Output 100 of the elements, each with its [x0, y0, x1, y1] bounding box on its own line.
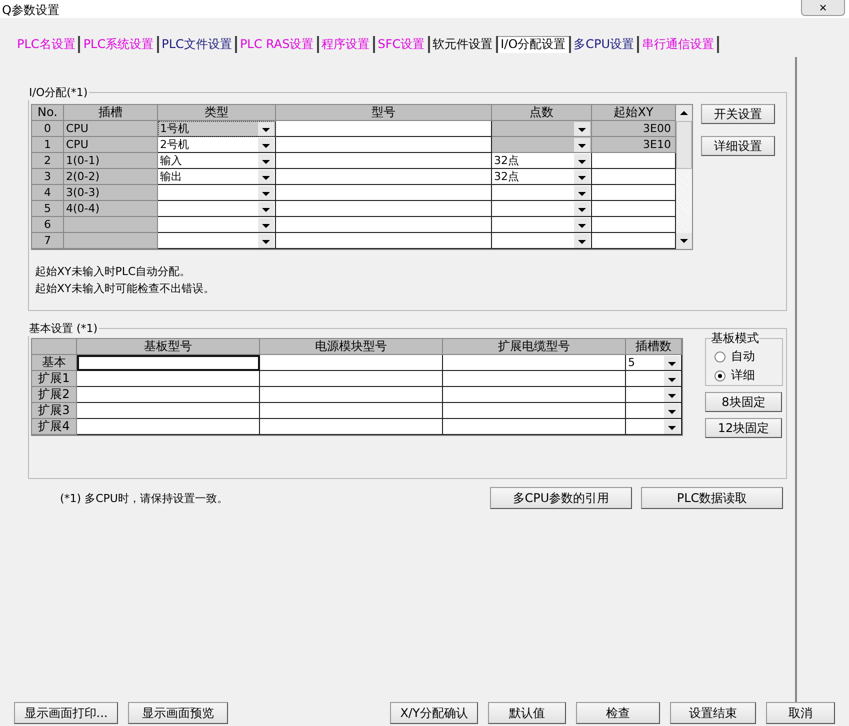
row-number: 5 — [32, 201, 64, 217]
start-xy-field[interactable] — [592, 201, 676, 217]
dialog-button[interactable]: 8块固定 — [705, 392, 782, 412]
model-field[interactable] — [276, 137, 492, 153]
table-cell: 2(0-2) — [64, 169, 158, 185]
note-text: 起始XY未输入时PLC自动分配。 — [35, 264, 192, 280]
row-number: 6 — [32, 217, 64, 233]
dialog-button[interactable]: 取消 — [766, 702, 835, 724]
base-model-field[interactable] — [77, 355, 260, 371]
base-model-field[interactable] — [77, 371, 260, 387]
tab[interactable]: PLC文件设置 — [158, 36, 237, 52]
points-dropdown[interactable] — [492, 217, 592, 233]
start-xy-field[interactable] — [592, 233, 676, 249]
points-dropdown[interactable] — [492, 201, 592, 217]
cable-model-field[interactable] — [443, 403, 626, 419]
tab[interactable]: SFC设置 — [374, 36, 430, 52]
footnote-text: (*1) 多CPU时，请保持设置一致。 — [60, 490, 228, 506]
dialog-button[interactable]: 设置结束 — [670, 702, 756, 724]
type-dropdown[interactable] — [158, 217, 276, 233]
column-header: 插槽 — [64, 105, 158, 121]
dialog-button[interactable]: 详细设置 — [701, 136, 775, 156]
type-dropdown[interactable]: 输出 — [158, 169, 276, 185]
dialog-button[interactable]: X/Y分配确认 — [390, 702, 478, 724]
base-model-field[interactable] — [77, 419, 260, 435]
slot-count-dropdown[interactable] — [626, 419, 682, 435]
model-field[interactable] — [276, 121, 492, 137]
model-field[interactable] — [276, 217, 492, 233]
dialog-button[interactable]: PLC数据读取 — [641, 487, 783, 509]
cable-model-field[interactable] — [443, 371, 626, 387]
power-module-field[interactable] — [260, 371, 443, 387]
type-dropdown[interactable]: 1号机 — [158, 121, 276, 137]
slot-count-dropdown[interactable] — [626, 387, 682, 403]
column-header: 插槽数 — [626, 339, 682, 355]
scrollbar[interactable] — [676, 121, 692, 249]
start-xy-field[interactable] — [592, 153, 676, 169]
tab[interactable]: I/O分配设置 — [498, 36, 571, 52]
tab[interactable]: 多CPU设置 — [570, 36, 640, 52]
start-xy-field[interactable] — [592, 185, 676, 201]
type-dropdown[interactable] — [158, 185, 276, 201]
points-dropdown[interactable]: 32点 — [492, 169, 592, 185]
row-number: 7 — [32, 233, 64, 249]
dialog-button[interactable]: 显示画面打印... — [14, 702, 118, 724]
type-dropdown[interactable] — [158, 201, 276, 217]
model-field[interactable] — [276, 201, 492, 217]
dialog-button[interactable]: 开关设置 — [701, 104, 775, 124]
slot-count-dropdown[interactable]: 5 — [626, 355, 682, 371]
tab[interactable]: 串行通信设置 — [639, 36, 720, 52]
type-dropdown[interactable] — [158, 233, 276, 249]
note-text: 起始XY未输入时可能检查不出错误。 — [35, 281, 216, 297]
slot-count-dropdown[interactable] — [626, 403, 682, 419]
tab[interactable]: PLC RAS设置 — [236, 36, 319, 52]
cable-model-field[interactable] — [443, 387, 626, 403]
model-field[interactable] — [276, 153, 492, 169]
cable-model-field[interactable] — [443, 355, 626, 371]
type-dropdown[interactable]: 2号机 — [158, 137, 276, 153]
power-module-field[interactable] — [260, 419, 443, 435]
start-xy-field[interactable]: 3E00 — [592, 121, 676, 137]
base-model-field[interactable] — [77, 387, 260, 403]
row-number: 3 — [32, 169, 64, 185]
scroll-thumb[interactable] — [676, 121, 692, 169]
dialog-button[interactable]: 显示画面预览 — [128, 702, 228, 724]
dialog-button[interactable]: 多CPU参数的引用 — [490, 487, 632, 509]
type-dropdown[interactable]: 输入 — [158, 153, 276, 169]
dialog-button[interactable]: 检查 — [576, 702, 660, 724]
close-button[interactable]: × — [801, 0, 845, 16]
column-header: 起始XY — [592, 105, 676, 121]
radio-option[interactable]: 详细 — [714, 366, 778, 385]
column-header: 类型 — [158, 105, 276, 121]
start-xy-field[interactable] — [592, 169, 676, 185]
points-dropdown[interactable] — [492, 185, 592, 201]
scroll-down-button[interactable] — [676, 233, 692, 249]
model-field[interactable] — [276, 185, 492, 201]
cable-model-field[interactable] — [443, 419, 626, 435]
base-model-field[interactable] — [77, 403, 260, 419]
table-cell: 3(0-3) — [64, 185, 158, 201]
power-module-field[interactable] — [260, 387, 443, 403]
column-header: 点数 — [492, 105, 592, 121]
tab[interactable]: 程序设置 — [318, 36, 375, 52]
points-dropdown[interactable] — [492, 233, 592, 249]
dialog-button[interactable]: 12块固定 — [705, 418, 782, 438]
slot-count-dropdown[interactable] — [626, 371, 682, 387]
tab[interactable]: PLC系统设置 — [80, 36, 159, 52]
power-module-field[interactable] — [260, 355, 443, 371]
table-cell: CPU — [64, 121, 158, 137]
tab[interactable]: PLC名设置 — [14, 36, 80, 52]
column-header: 扩展电缆型号 — [443, 339, 626, 355]
group-title: I/O分配(*1) — [28, 85, 89, 100]
model-field[interactable] — [276, 233, 492, 249]
column-header: 型号 — [276, 105, 492, 121]
model-field[interactable] — [276, 169, 492, 185]
dialog-button[interactable]: 默认值 — [488, 702, 566, 724]
start-xy-field[interactable] — [592, 217, 676, 233]
power-module-field[interactable] — [260, 403, 443, 419]
table-cell: CPU — [64, 137, 158, 153]
points-dropdown[interactable]: 32点 — [492, 153, 592, 169]
table-cell: 1(0-1) — [64, 153, 158, 169]
row-number: 1 — [32, 137, 64, 153]
start-xy-field[interactable]: 3E10 — [592, 137, 676, 153]
scroll-up-icon — [680, 111, 688, 115]
radio-option[interactable]: 自动 — [714, 347, 778, 366]
